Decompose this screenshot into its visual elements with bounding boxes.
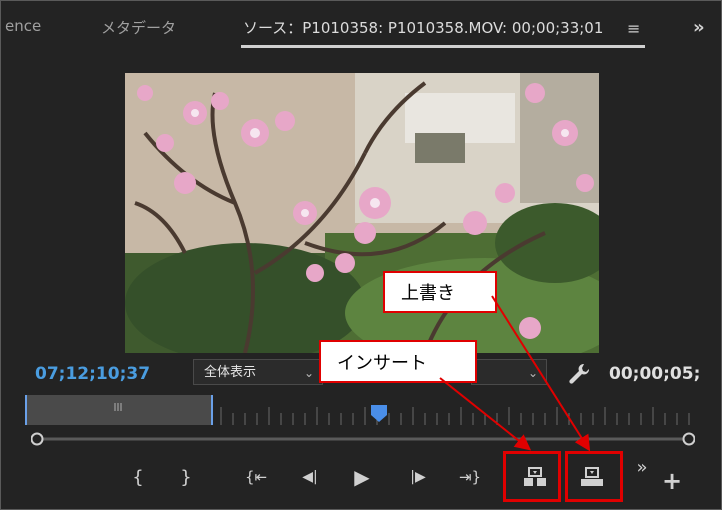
step-back-button[interactable]: ◀| — [295, 463, 325, 491]
zoom-scrollbar[interactable] — [30, 431, 696, 446]
tab-menu-icon[interactable]: ≡ — [627, 19, 640, 38]
playback-quality-select[interactable]: ⌄ — [471, 359, 547, 385]
time-ruler[interactable] — [25, 393, 701, 427]
video-preview — [125, 73, 599, 353]
mark-in-button[interactable]: { — [123, 463, 153, 491]
wrench-icon[interactable] — [566, 361, 590, 385]
tab-source[interactable]: ソース：P1010358: P1010358.MOV: 00;00;33;01 — [243, 17, 603, 38]
go-to-in-button[interactable]: {⇤ — [241, 463, 271, 491]
insert-callout-label: インサート — [337, 352, 427, 374]
duration-timecode: 00;00;05; — [609, 364, 701, 384]
go-to-out-button[interactable]: ⇥} — [455, 463, 485, 491]
play-button[interactable]: ▶ — [347, 463, 377, 491]
zoom-level-select[interactable]: 全体表示 ⌄ — [193, 359, 323, 385]
overwrite-callout-label: 上書き — [401, 283, 455, 304]
insert-highlight-box — [503, 451, 561, 502]
active-tab-indicator — [241, 45, 645, 48]
insert-callout: インサート — [319, 340, 477, 383]
overwrite-callout: 上書き — [383, 271, 497, 313]
overwrite-highlight-box — [565, 451, 623, 502]
tab-metadata[interactable]: メタデータ — [101, 17, 176, 38]
tab-sequence[interactable]: ence — [5, 17, 41, 35]
mark-out-button[interactable]: } — [171, 463, 201, 491]
more-controls-icon[interactable]: » — [627, 453, 657, 481]
add-button[interactable]: + — [657, 467, 687, 495]
step-forward-button[interactable]: |▶ — [403, 463, 433, 491]
source-monitor-panel: ence メタデータ ソース：P1010358: P1010358.MOV: 0… — [0, 0, 722, 510]
chevron-down-icon: ⌄ — [527, 366, 538, 380]
current-timecode[interactable]: 07;12;10;37 — [35, 364, 150, 384]
chevron-down-icon: ⌄ — [303, 366, 314, 380]
panel-overflow-icon[interactable]: » — [693, 17, 705, 38]
zoom-level-value: 全体表示 — [204, 365, 257, 380]
